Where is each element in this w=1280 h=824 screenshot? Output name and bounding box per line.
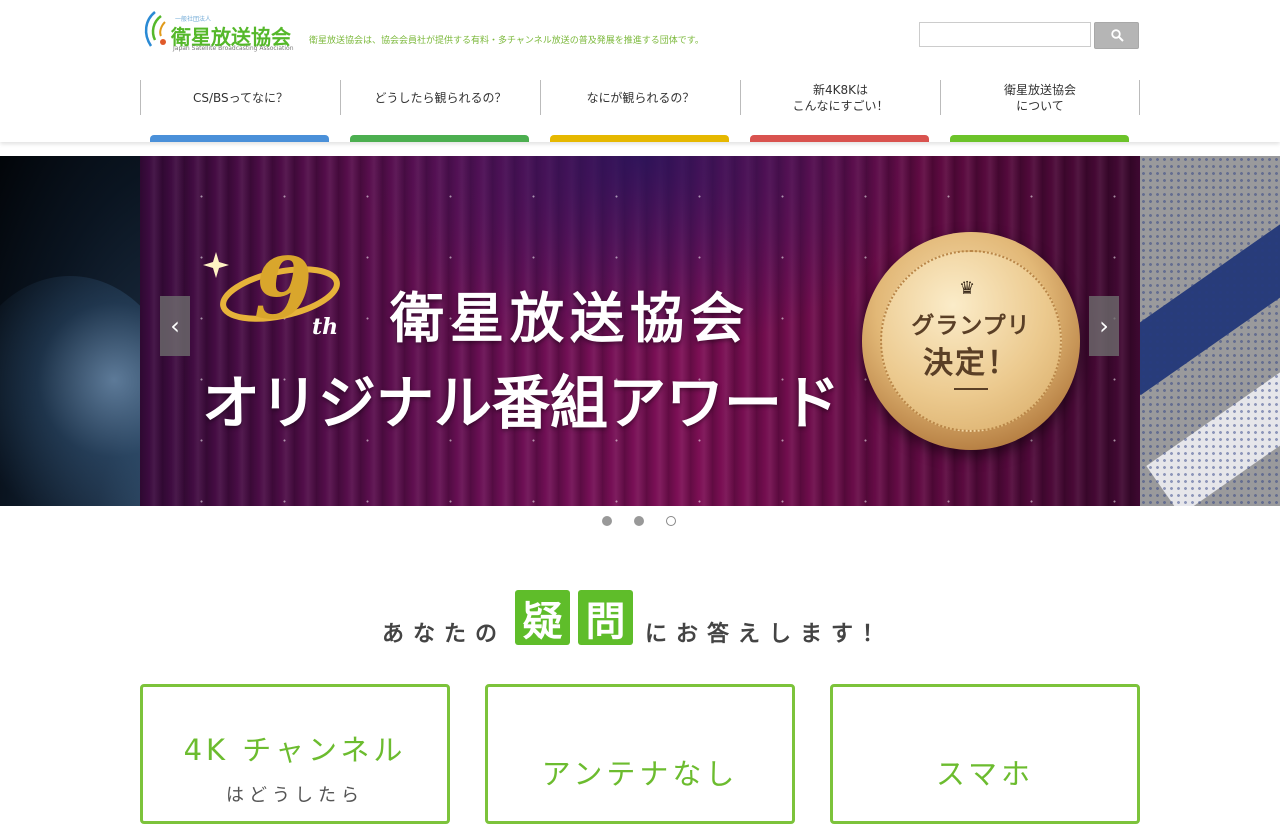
search-icon bbox=[1111, 29, 1124, 42]
nav-item-what-to-watch[interactable]: なにが観られるの？ bbox=[540, 80, 740, 115]
faq-card-smartphone[interactable]: スマホ bbox=[830, 684, 1140, 824]
site-header: 一般社団法人 衛星放送協会 Japan Satellite Broadcasti… bbox=[0, 0, 1280, 142]
chevron-right-icon: › bbox=[1099, 312, 1109, 340]
card-subtitle: はどうしたら bbox=[226, 785, 364, 806]
logo-english-text: Japan Satellite Broadcasting Association bbox=[173, 45, 294, 52]
hero-slider: 9 th 衛星放送協会 オリジナル番組アワード ♛ グランプリ 決定！ ‹ › bbox=[0, 156, 1280, 506]
satellite-logo-icon bbox=[144, 11, 166, 47]
slider-dot-1[interactable] bbox=[602, 516, 612, 526]
nav-item-cs-bs[interactable]: CS/BSってなに？ bbox=[140, 80, 340, 115]
slider-next-button[interactable]: › bbox=[1089, 296, 1119, 356]
site-tagline: 衛星放送協会は、協会会員社が提供する有料・多チャンネル放送の普及発展を推進する団… bbox=[309, 36, 704, 46]
faq-heading-box-2: 問 bbox=[578, 590, 633, 645]
nav-color-bar-blue bbox=[150, 135, 329, 142]
faq-card-no-antenna[interactable]: アンテナなし bbox=[485, 684, 795, 824]
slider-prev-button[interactable]: ‹ bbox=[160, 296, 190, 356]
medal-text-line1: グランプリ bbox=[911, 313, 1031, 339]
nav-color-bar-green bbox=[350, 135, 529, 142]
previous-slide-peek bbox=[0, 156, 180, 506]
slider-dot-2[interactable] bbox=[634, 516, 644, 526]
faq-card-4k[interactable]: 4K チャンネル はどうしたら bbox=[140, 684, 450, 824]
slider-pagination bbox=[602, 516, 682, 528]
card-title: スマホ bbox=[935, 757, 1035, 791]
ninth-award-emblem: 9 th bbox=[203, 240, 340, 340]
svg-text:9: 9 bbox=[254, 240, 312, 338]
faq-heading-post: にお答えします！ bbox=[645, 622, 894, 647]
slider-dot-3[interactable] bbox=[666, 516, 676, 526]
next-slide-peek bbox=[1140, 156, 1280, 506]
search-input[interactable] bbox=[919, 22, 1091, 47]
svg-text:th: th bbox=[312, 314, 338, 340]
site-logo[interactable]: 一般社団法人 衛星放送協会 Japan Satellite Broadcasti… bbox=[141, 8, 294, 54]
faq-heading-pre: あなたの bbox=[382, 622, 507, 647]
faq-heading: あなたの 疑 問 にお答えします！ bbox=[380, 590, 900, 647]
search-button[interactable] bbox=[1094, 22, 1139, 49]
nav-color-bar-lime bbox=[950, 135, 1129, 142]
nav-color-bar-yellow bbox=[550, 135, 729, 142]
award-slide[interactable]: 9 th 衛星放送協会 オリジナル番組アワード ♛ グランプリ 決定！ bbox=[140, 156, 1140, 506]
faq-heading-box-1: 疑 bbox=[515, 590, 570, 645]
card-title: アンテナなし bbox=[541, 757, 739, 791]
slide-title-line1: 衛星放送協会 bbox=[390, 287, 750, 350]
card-title: 4K チャンネル bbox=[183, 733, 407, 767]
main-nav: CS/BSってなに？ どうしたら観られるの？ なにが観られるの？ 新4K8Kは … bbox=[140, 80, 1140, 142]
grand-prix-medal: ♛ グランプリ 決定！ bbox=[862, 232, 1080, 450]
nav-item-about[interactable]: 衛星放送協会 について bbox=[940, 80, 1140, 115]
crown-icon: ♛ bbox=[959, 278, 976, 299]
medal-text-line2: 決定！ bbox=[923, 346, 1019, 381]
chevron-left-icon: ‹ bbox=[170, 312, 180, 340]
nav-color-bar-red bbox=[750, 135, 929, 142]
nav-item-how-to-watch[interactable]: どうしたら観られるの？ bbox=[340, 80, 540, 115]
slide-title-line2: オリジナル番組アワード bbox=[202, 369, 841, 437]
nav-item-4k8k[interactable]: 新4K8Kは こんなにすごい！ bbox=[740, 80, 940, 115]
